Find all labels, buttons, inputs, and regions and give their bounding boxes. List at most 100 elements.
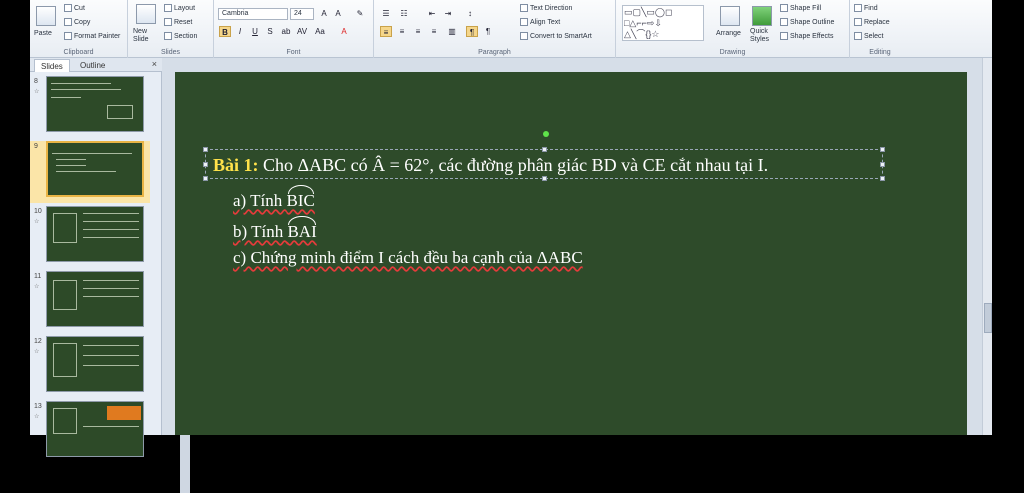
- slide-thumbnail[interactable]: 8 ☆: [30, 76, 150, 138]
- align-text-button[interactable]: Align Text: [520, 18, 560, 26]
- align-left-icon[interactable]: ≡: [380, 26, 392, 37]
- align-center-icon[interactable]: ≡: [396, 26, 408, 37]
- resize-handle[interactable]: [542, 176, 547, 181]
- justify-icon[interactable]: ≡: [428, 26, 440, 37]
- increase-indent-icon[interactable]: ⇥: [442, 8, 454, 19]
- close-icon[interactable]: ×: [152, 59, 157, 69]
- arrange-button[interactable]: Arrange: [716, 30, 741, 37]
- grow-font-icon[interactable]: A: [318, 8, 330, 19]
- text-direction-icon: [520, 4, 528, 12]
- slide-number: 13: [34, 403, 42, 410]
- quick-styles-icon[interactable]: [752, 6, 772, 26]
- slide-scrollbar[interactable]: [982, 58, 992, 435]
- quick-styles-button[interactable]: Quick Styles: [750, 28, 776, 44]
- underline-button[interactable]: U: [249, 26, 261, 37]
- resize-handle[interactable]: [542, 147, 547, 152]
- thumbnail-image: [46, 206, 144, 262]
- resize-handle[interactable]: [880, 176, 885, 181]
- replace-icon: [854, 18, 862, 26]
- change-case-icon[interactable]: Aa: [314, 26, 326, 37]
- scissors-icon: [64, 4, 72, 12]
- align-right-icon[interactable]: ≡: [412, 26, 424, 37]
- transition-icon: ☆: [34, 349, 40, 355]
- slide-thumbnail[interactable]: 13 ☆: [30, 401, 150, 463]
- section-button[interactable]: Section: [164, 32, 197, 40]
- ltr-icon[interactable]: ¶: [466, 26, 478, 37]
- clear-format-icon[interactable]: ✎: [354, 8, 366, 19]
- brush-icon: [64, 32, 72, 40]
- shadow-button[interactable]: S: [264, 26, 276, 37]
- decrease-indent-icon[interactable]: ⇤: [426, 8, 438, 19]
- paste-button[interactable]: Paste: [34, 30, 52, 37]
- tab-outline[interactable]: Outline: [74, 59, 111, 72]
- line-spacing-icon[interactable]: ↕: [464, 8, 476, 19]
- layout-button[interactable]: Layout: [164, 4, 195, 12]
- strikethrough-icon[interactable]: ab: [280, 26, 292, 37]
- shape-outline-label: Shape Outline: [790, 18, 835, 26]
- slide-thumbnail[interactable]: 10 ☆: [30, 206, 150, 268]
- font-size-select[interactable]: 24: [290, 8, 314, 20]
- resize-handle[interactable]: [203, 162, 208, 167]
- thumbnail-image: [46, 271, 144, 327]
- cut-button[interactable]: Cut: [64, 4, 85, 12]
- scrollbar-thumb[interactable]: [984, 303, 992, 333]
- copy-button[interactable]: Copy: [64, 18, 90, 26]
- exercise-label: Bài 1:: [213, 155, 259, 175]
- cut-label: Cut: [74, 4, 85, 12]
- text-direction-button[interactable]: Text Direction: [520, 4, 572, 12]
- select-button[interactable]: Select: [854, 32, 883, 40]
- replace-label: Replace: [864, 18, 890, 26]
- shape-fill-button[interactable]: Shape Fill: [780, 4, 821, 12]
- shape-effects-button[interactable]: Shape Effects: [780, 32, 833, 40]
- shape-fill-label: Shape Fill: [790, 4, 822, 12]
- replace-button[interactable]: Replace: [854, 18, 890, 26]
- slide-thumbnail[interactable]: 12 ☆: [30, 336, 150, 398]
- thumbnail-image: [46, 336, 144, 392]
- paragraph-group: ☰ ☷ ⇤ ⇥ ↕ ≡ ≡ ≡ ≡ ▥ ¶ ¶ Text Direction A…: [374, 0, 616, 58]
- font-family-select[interactable]: Cambria: [218, 8, 288, 20]
- resize-handle[interactable]: [880, 162, 885, 167]
- select-label: Select: [864, 32, 884, 40]
- new-slide-button[interactable]: New Slide: [133, 28, 163, 44]
- rotation-handle[interactable]: [543, 131, 549, 137]
- numbering-icon[interactable]: ☷: [398, 8, 410, 19]
- bullets-icon[interactable]: ☰: [380, 8, 392, 19]
- drawing-label: Drawing: [719, 49, 746, 56]
- font-color-icon[interactable]: A: [338, 26, 350, 37]
- resize-handle[interactable]: [880, 147, 885, 152]
- shapes-gallery[interactable]: ▭▢╲▭◯◻ □△⌐⌐⇨⇩ △╲⌒{}☆: [622, 5, 704, 41]
- text-direction-label: Text Direction: [530, 4, 573, 12]
- align-text-label: Align Text: [530, 18, 561, 26]
- format-painter-button[interactable]: Format Painter: [64, 32, 120, 40]
- effects-icon: [780, 32, 788, 40]
- convert-smartart-label: Convert to SmartArt: [530, 32, 592, 40]
- new-slide-icon[interactable]: [136, 4, 156, 24]
- reset-label: Reset: [174, 18, 193, 26]
- italic-button[interactable]: I: [234, 26, 246, 37]
- part-c-text: c) Chứng minh điểm I cách đều ba cạnh củ…: [233, 248, 583, 267]
- slide-thumbnail[interactable]: 11 ☆: [30, 271, 150, 333]
- fill-bucket-icon: [780, 4, 788, 12]
- slide-thumbnail-selected[interactable]: 9: [30, 141, 150, 203]
- rtl-icon[interactable]: ¶: [482, 26, 494, 37]
- tab-slides[interactable]: Slides: [34, 59, 70, 72]
- reset-icon: [164, 18, 172, 26]
- shrink-font-icon[interactable]: A: [332, 8, 344, 19]
- spacing-icon[interactable]: AV: [296, 26, 308, 37]
- shape-outline-button[interactable]: Shape Outline: [780, 18, 834, 26]
- part-c: c) Chứng minh điểm I cách đều ba cạnh củ…: [233, 248, 583, 268]
- font-group: Cambria 24 A A ✎ B I U S ab AV Aa A Font: [214, 0, 374, 58]
- clipboard-label: Clipboard: [63, 49, 94, 56]
- convert-smartart-button[interactable]: Convert to SmartArt: [520, 32, 592, 40]
- exercise-title[interactable]: Bài 1: Cho ΔABC có Â = 62°, các đường ph…: [213, 155, 768, 176]
- bold-button[interactable]: B: [219, 26, 231, 37]
- resize-handle[interactable]: [203, 147, 208, 152]
- arrange-icon[interactable]: [720, 6, 740, 26]
- cursor-icon: [854, 32, 862, 40]
- paste-icon[interactable]: [36, 6, 56, 26]
- reset-button[interactable]: Reset: [164, 18, 192, 26]
- thumbnail-image: [46, 141, 144, 197]
- columns-icon[interactable]: ▥: [446, 26, 458, 37]
- resize-handle[interactable]: [203, 176, 208, 181]
- find-button[interactable]: Find: [854, 4, 878, 12]
